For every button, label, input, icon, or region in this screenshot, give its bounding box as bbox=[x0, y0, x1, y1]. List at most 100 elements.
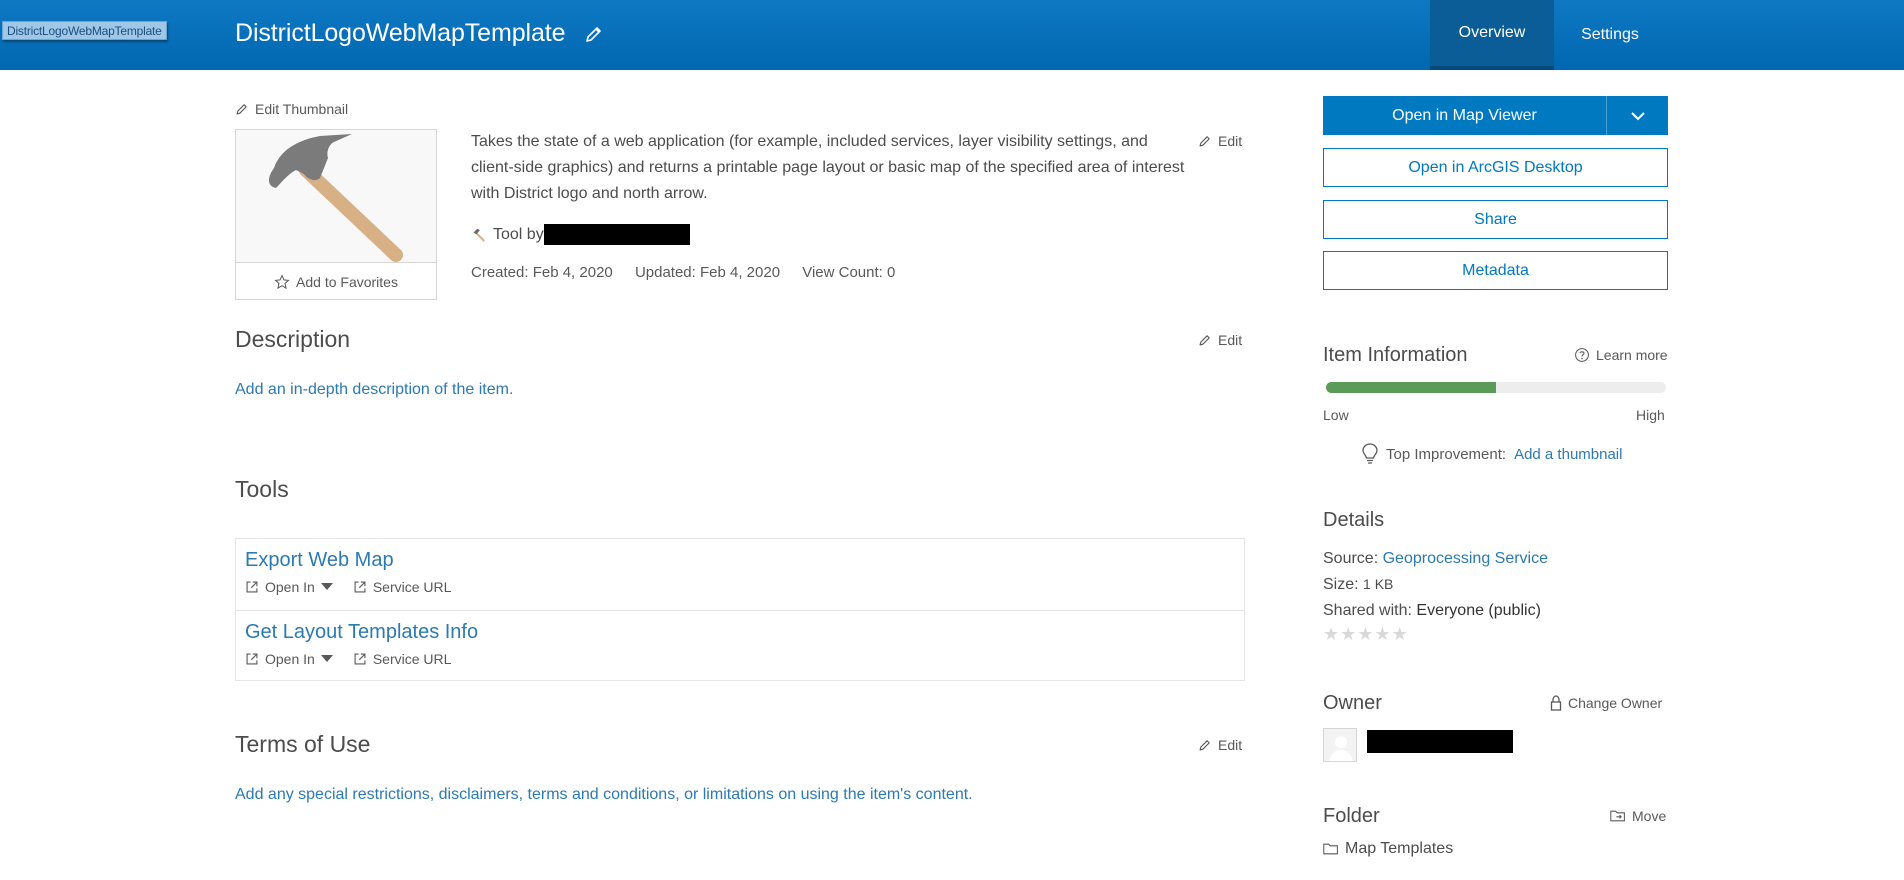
updated-date: Updated: Feb 4, 2020 bbox=[634, 264, 781, 281]
item-information-meter bbox=[1326, 382, 1666, 393]
tool-row: Export Web Map Open In Service URL bbox=[236, 539, 1244, 610]
description-edit-label: Edit bbox=[1218, 332, 1243, 348]
move-folder-icon bbox=[1610, 810, 1625, 822]
shared-value: Everyone (public) bbox=[1416, 602, 1541, 619]
detail-shared: Shared with: Everyone (public) bbox=[1323, 602, 1541, 620]
service-url-link[interactable]: Service URL bbox=[353, 579, 452, 595]
meter-high-label: High bbox=[1636, 407, 1665, 423]
metadata-button[interactable]: Metadata bbox=[1323, 251, 1668, 290]
service-url-label: Service URL bbox=[372, 651, 452, 667]
service-url-label: Service URL bbox=[372, 579, 452, 595]
change-owner-link[interactable]: Change Owner bbox=[1550, 695, 1662, 711]
tool-actions: Open In Service URL bbox=[245, 579, 471, 595]
star-icon bbox=[274, 274, 290, 290]
redacted-owner-name bbox=[543, 224, 690, 245]
description-edit-link[interactable]: Edit bbox=[1198, 332, 1242, 348]
learn-more-link[interactable]: Learn more bbox=[1574, 347, 1668, 363]
rating-stars[interactable]: ★★★★★ bbox=[1323, 624, 1409, 645]
open-external-icon bbox=[246, 653, 258, 665]
page-title: DistrictLogoWebMapTemplate bbox=[235, 19, 566, 47]
move-label: Move bbox=[1632, 808, 1667, 824]
redacted-owner-name bbox=[1367, 730, 1513, 753]
tab-settings[interactable]: Settings bbox=[1560, 0, 1660, 70]
terms-edit-label: Edit bbox=[1218, 737, 1243, 753]
add-thumbnail-link[interactable]: Add a thumbnail bbox=[1514, 446, 1622, 463]
add-to-favorites-button[interactable]: Add to Favorites bbox=[236, 264, 436, 300]
add-description-link[interactable]: Add an in-depth description of the item. bbox=[235, 381, 513, 399]
rating-star[interactable]: ★ bbox=[1392, 624, 1409, 644]
edit-thumbnail-label: Edit Thumbnail bbox=[255, 101, 349, 117]
tool-name-export-web-map[interactable]: Export Web Map bbox=[245, 549, 394, 572]
rating-star[interactable]: ★ bbox=[1323, 624, 1340, 644]
item-type-owner: Tool by bbox=[471, 224, 690, 245]
learn-more-label: Learn more bbox=[1596, 347, 1668, 363]
folder-icon bbox=[1323, 843, 1338, 855]
summary-edit-label: Edit bbox=[1218, 133, 1243, 149]
open-in-arcgis-desktop-button[interactable]: Open in ArcGIS Desktop bbox=[1323, 148, 1668, 187]
edit-thumbnail-link[interactable]: Edit Thumbnail bbox=[235, 101, 348, 117]
item-information-meter-fill bbox=[1326, 382, 1496, 393]
open-in-label: Open In bbox=[265, 651, 315, 667]
source-label: Source: bbox=[1323, 550, 1379, 567]
terms-edit-link[interactable]: Edit bbox=[1198, 737, 1242, 753]
details-heading: Details bbox=[1323, 509, 1385, 531]
tools-heading: Tools bbox=[235, 476, 289, 502]
open-in-dropdown[interactable]: Open In bbox=[245, 651, 333, 667]
hammer-icon bbox=[269, 134, 403, 262]
terms-heading: Terms of Use bbox=[235, 731, 371, 757]
lock-icon bbox=[1550, 695, 1562, 711]
view-count: View Count: 0 bbox=[802, 264, 896, 281]
pencil-icon[interactable] bbox=[584, 24, 604, 44]
size-label: Size: bbox=[1323, 576, 1359, 593]
pencil-icon bbox=[1199, 740, 1210, 751]
pencil-icon bbox=[1199, 335, 1210, 346]
tool-actions: Open In Service URL bbox=[245, 651, 471, 667]
tools-list: Export Web Map Open In Service URL Get L… bbox=[235, 538, 1245, 681]
owner-avatar bbox=[1323, 728, 1357, 762]
open-in-map-viewer-button[interactable]: Open in Map Viewer bbox=[1323, 96, 1606, 135]
tab-overview[interactable]: Overview bbox=[1430, 0, 1554, 70]
owner-heading: Owner bbox=[1323, 692, 1382, 714]
open-external-icon bbox=[354, 581, 366, 593]
detail-source: Source: Geoprocessing Service bbox=[1323, 550, 1548, 568]
pencil-icon bbox=[1199, 136, 1210, 147]
description-heading: Description bbox=[235, 326, 351, 352]
summary-edit-link[interactable]: Edit bbox=[1198, 133, 1242, 149]
created-date: Created: Feb 4, 2020 bbox=[471, 264, 613, 281]
rating-star[interactable]: ★ bbox=[1357, 624, 1374, 644]
rating-star[interactable]: ★ bbox=[1374, 624, 1391, 644]
item-information-heading: Item Information bbox=[1323, 344, 1468, 366]
item-dates: Created: Feb 4, 2020 Updated: Feb 4, 202… bbox=[471, 264, 913, 281]
open-in-label: Open In bbox=[265, 579, 315, 595]
size-value: 1 KB bbox=[1363, 576, 1394, 592]
tool-name-get-layout-templates[interactable]: Get Layout Templates Info bbox=[245, 621, 478, 644]
item-thumbnail bbox=[236, 130, 436, 263]
rating-star[interactable]: ★ bbox=[1340, 624, 1357, 644]
map-viewer-options-button[interactable] bbox=[1606, 96, 1668, 135]
item-summary: Takes the state of a web application (fo… bbox=[471, 133, 1185, 202]
move-folder-link[interactable]: Move bbox=[1610, 808, 1666, 824]
folder-item: Map Templates bbox=[1323, 840, 1453, 858]
title-tooltip: DistrictLogoWebMapTemplate bbox=[2, 21, 167, 40]
share-button[interactable]: Share bbox=[1323, 200, 1668, 239]
top-improvement-label: Top Improvement: bbox=[1386, 445, 1507, 463]
open-in-dropdown[interactable]: Open In bbox=[245, 579, 333, 595]
folder-heading: Folder bbox=[1323, 805, 1380, 827]
tool-row: Get Layout Templates Info Open In Servic… bbox=[236, 610, 1244, 681]
thumbnail-card: Add to Favorites bbox=[235, 129, 437, 300]
pencil-icon bbox=[236, 104, 247, 115]
top-improvement: Top Improvement: Add a thumbnail bbox=[1362, 443, 1622, 465]
add-to-favorites-label: Add to Favorites bbox=[296, 274, 398, 290]
chevron-down-icon bbox=[1630, 111, 1645, 120]
tool-by-label: Tool by bbox=[493, 225, 544, 243]
folder-name: Map Templates bbox=[1345, 840, 1454, 857]
hammer-small-icon bbox=[473, 228, 485, 242]
open-external-icon bbox=[246, 581, 258, 593]
change-owner-label: Change Owner bbox=[1568, 695, 1663, 711]
service-url-link[interactable]: Service URL bbox=[353, 651, 452, 667]
top-header-bar: DistrictLogoWebMapTemplate DistrictLogoW… bbox=[0, 0, 1904, 70]
shared-label: Shared with: bbox=[1323, 602, 1412, 619]
add-terms-link[interactable]: Add any special restrictions, disclaimer… bbox=[235, 786, 973, 804]
source-link[interactable]: Geoprocessing Service bbox=[1383, 550, 1548, 567]
user-silhouette-icon bbox=[1329, 736, 1353, 761]
